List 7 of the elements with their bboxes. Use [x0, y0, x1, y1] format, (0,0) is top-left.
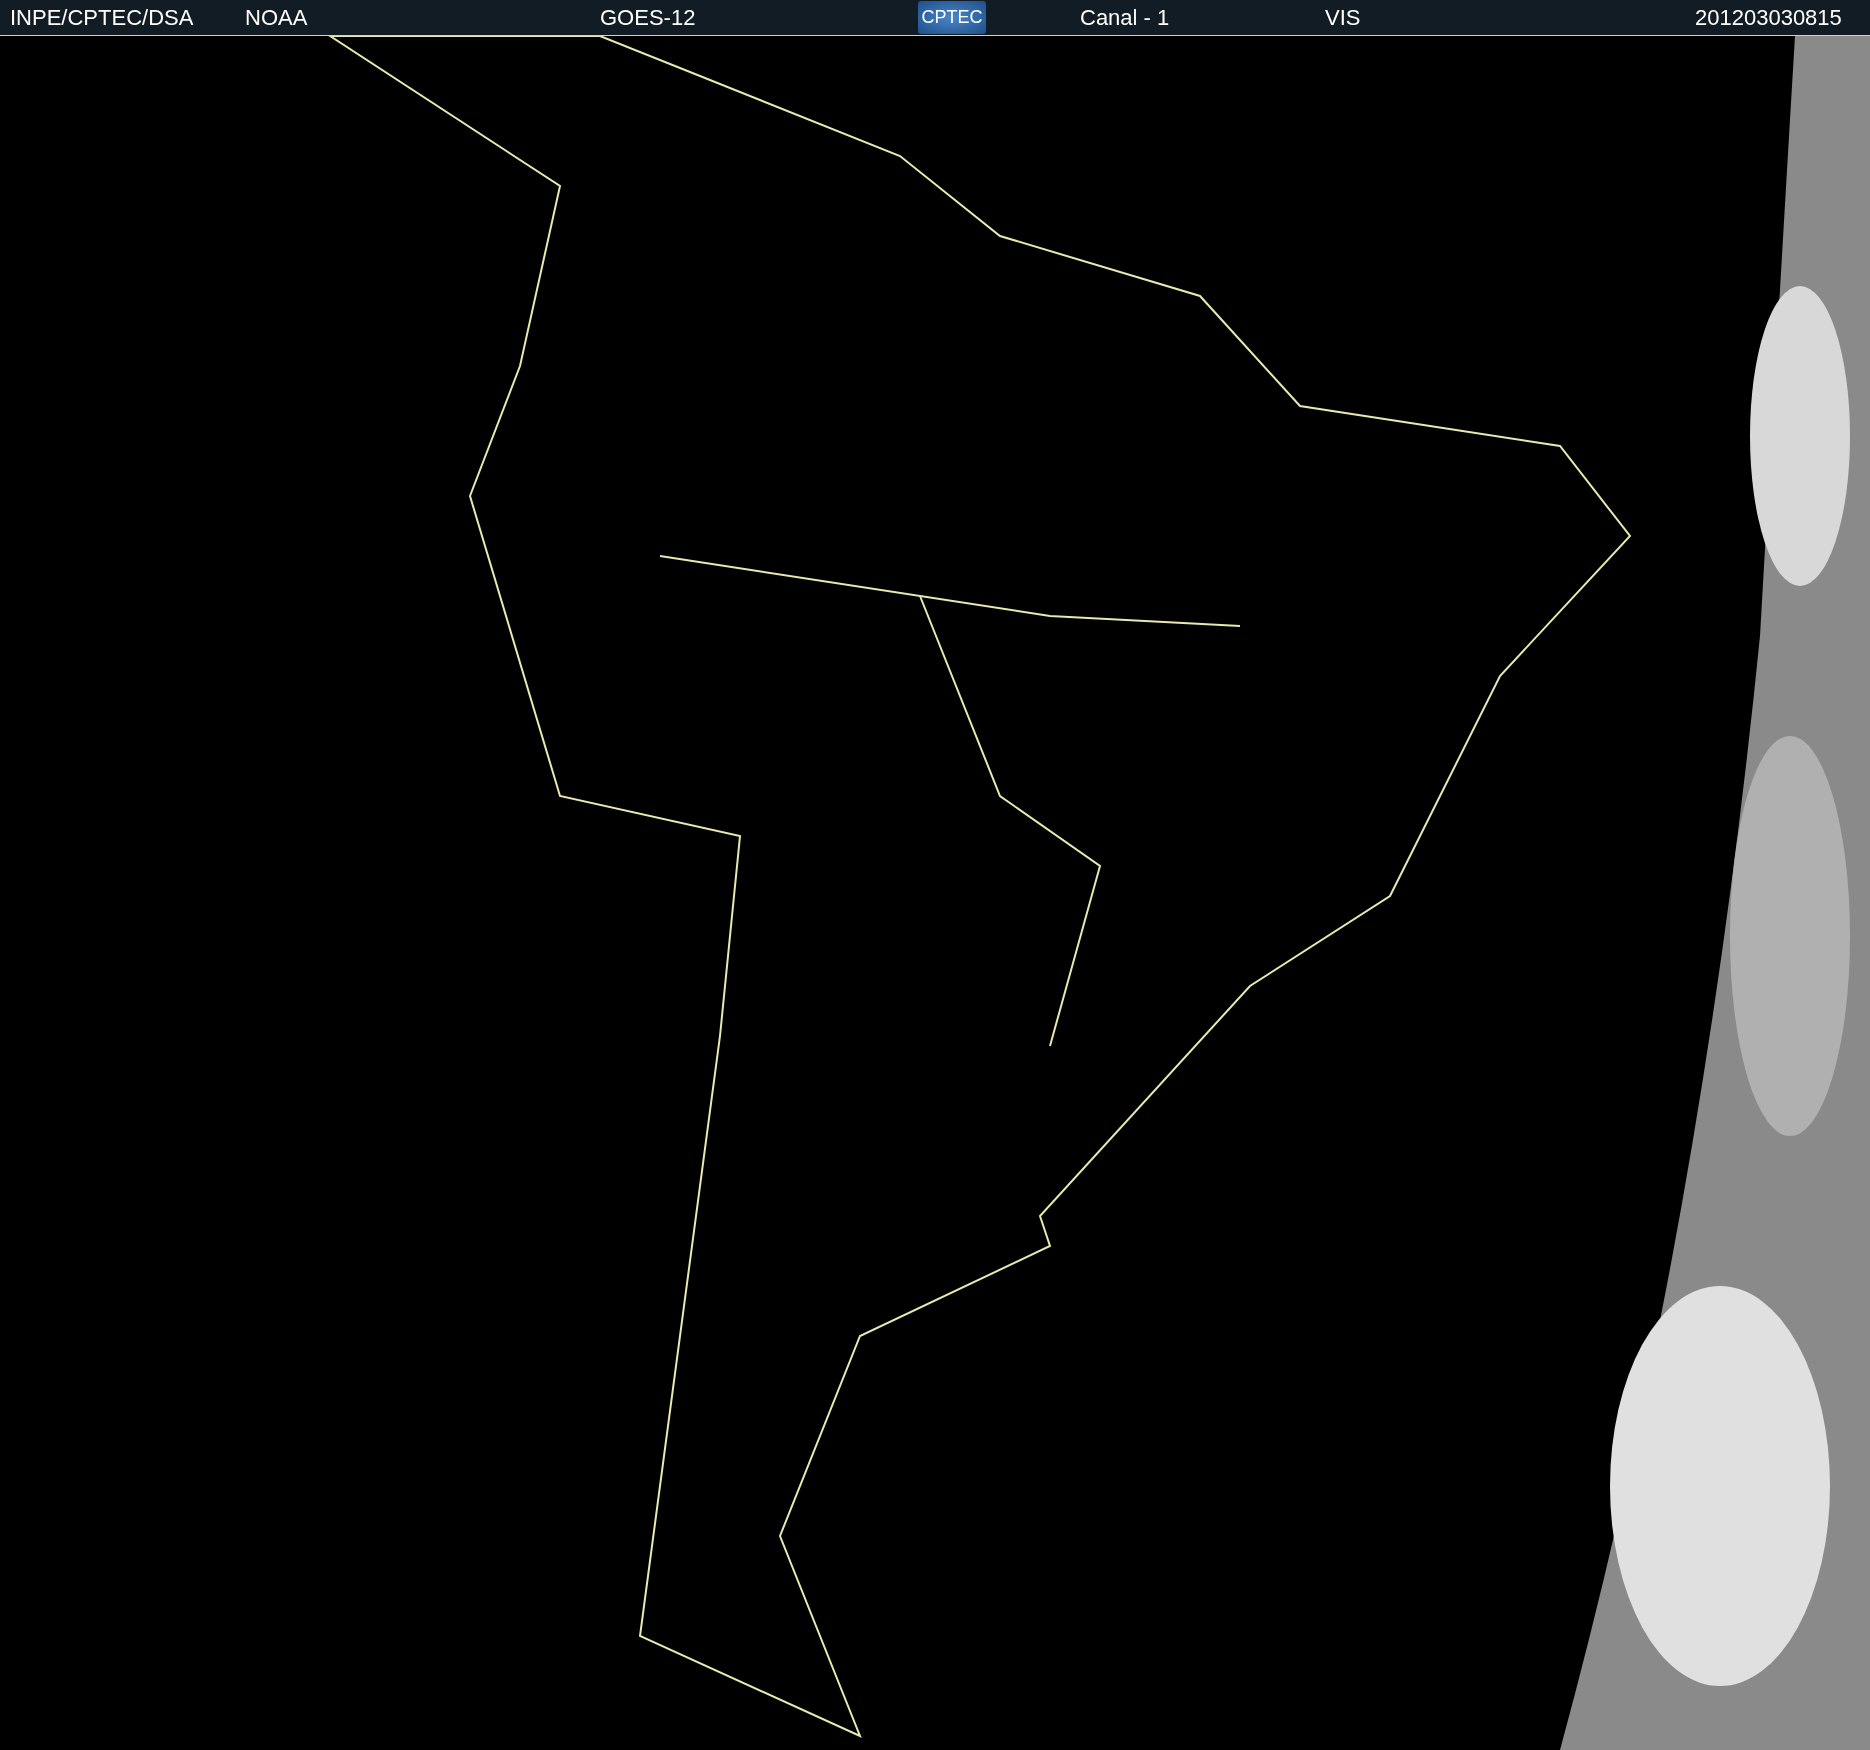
- header-label: GOES-12: [600, 5, 696, 31]
- header-label: NOAA: [245, 5, 308, 31]
- header-label: VIS: [1325, 5, 1361, 31]
- logo: CPTEC: [918, 1, 986, 34]
- header-label: 201203030815: [1695, 5, 1842, 31]
- header-label: Canal - 1: [1080, 5, 1170, 31]
- header-label: INPE/CPTEC/DSA: [10, 5, 194, 31]
